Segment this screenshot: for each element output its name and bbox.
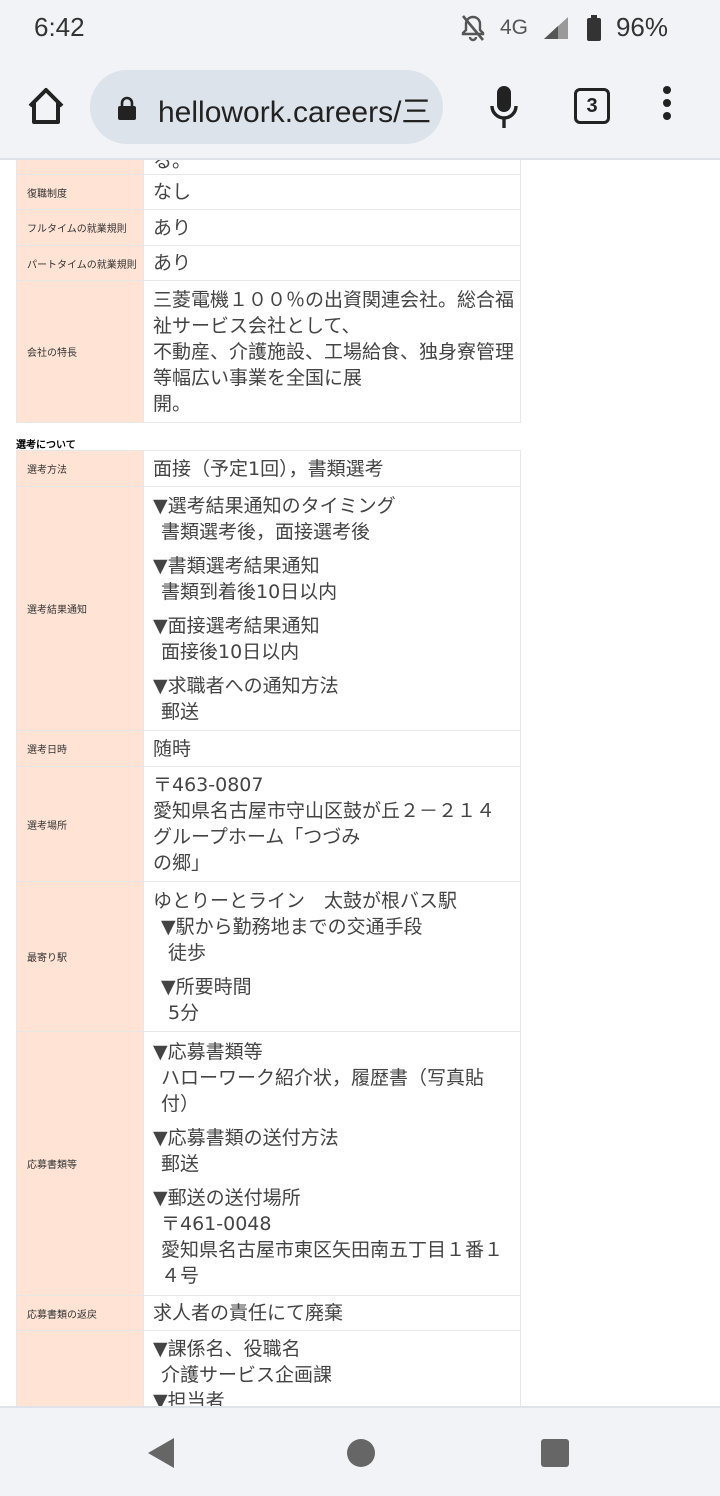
battery-icon xyxy=(586,14,601,41)
status-time: 6:42 xyxy=(34,12,85,42)
home-icon[interactable] xyxy=(24,84,68,128)
block-heading: ▼担当者 xyxy=(153,1390,225,1406)
row-label: 選考方法 xyxy=(16,450,144,487)
row-label: 選考場所 xyxy=(16,766,144,882)
block-heading: ▼応募書類等 xyxy=(153,1040,263,1063)
table-row: パートタイムの就業規則 あり xyxy=(16,245,521,281)
home-circle-icon[interactable] xyxy=(347,1439,375,1467)
block-body: 書類到着後10日以内 xyxy=(161,580,338,603)
row-label: 会社の特長 xyxy=(16,280,144,423)
url-text[interactable]: hellowork.careers/三 xyxy=(158,87,431,131)
text-line: グループホーム「つづみ xyxy=(153,826,361,848)
table-row: 選考場所 〒463-0807 愛知県名古屋市守山区鼓が丘２－２１４ グループホー… xyxy=(16,766,521,882)
row-value: ゆとりーとライン 太鼓が根バス駅 ▼駅から勤務地までの交通手段 徒歩 ▼所要時間… xyxy=(143,881,521,1032)
text-line: ゆとりーとライン 太鼓が根バス駅 xyxy=(153,889,458,912)
block-heading: ▼課係名、役職名 xyxy=(153,1338,301,1360)
company-info-table: る。 復職制度 なし フルタイムの就業規則 あり パートタイムの就業規則 あり … xyxy=(16,160,521,423)
browser-toolbar: hellowork.careers/三 3 xyxy=(0,56,720,160)
table-row: 選考結果通知 ▼選考結果通知のタイミング 書類選考後，面接選考後 ▼書類選考結果… xyxy=(16,486,521,731)
selection-info-table: 選考方法 面接（予定1回），書類選考 選考結果通知 ▼選考結果通知のタイミング … xyxy=(16,450,521,1406)
text-line: 〒463-0807 xyxy=(153,774,264,796)
row-label: 選考日時 xyxy=(16,730,144,767)
row-value: 面接（予定1回），書類選考 xyxy=(143,450,521,487)
overflow-menu-icon[interactable] xyxy=(660,86,674,126)
table-row: 選考方法 面接（予定1回），書類選考 xyxy=(16,450,521,487)
block-body: 徒歩 xyxy=(168,941,207,964)
block-heading: ▼面接選考結果通知 xyxy=(153,614,320,637)
block-body: 〒461-0048 xyxy=(161,1212,272,1235)
row-value: なし xyxy=(143,174,521,210)
table-row: 応募書類の返戻 求人者の責任にて廃棄 xyxy=(16,1295,521,1331)
block-body: 付） xyxy=(161,1092,200,1115)
page-content: る。 復職制度 なし フルタイムの就業規則 あり パートタイムの就業規則 あり … xyxy=(0,160,720,1406)
table-row: フルタイムの就業規則 あり xyxy=(16,209,521,246)
battery-percent: 96% xyxy=(615,12,668,42)
system-nav-bar xyxy=(0,1406,720,1496)
row-value: ▼課係名、役職名 介護サービス企画課 ▼担当者 xyxy=(143,1330,521,1406)
row-value: る。 xyxy=(143,160,521,175)
status-icons: 4G 96% xyxy=(460,12,668,43)
table-row: 復職制度 なし xyxy=(16,174,521,210)
row-label: フルタイムの就業規則 xyxy=(16,209,144,246)
text-line: 三菱電機１００％の出資関連会社。総合福 xyxy=(153,288,515,311)
block-heading: ▼求職者への通知方法 xyxy=(153,674,339,697)
block-body: 郵送 xyxy=(161,1152,200,1175)
block-heading: ▼選考結果通知のタイミング xyxy=(153,494,396,517)
block-body: 書類選考後，面接選考後 xyxy=(161,520,371,543)
block-heading: ▼応募書類の送付方法 xyxy=(153,1126,339,1149)
row-label: 最寄り駅 xyxy=(16,881,144,1032)
row-label xyxy=(16,160,144,175)
row-value: 三菱電機１００％の出資関連会社。総合福 祉サービス会社として、 不動産、介護施設… xyxy=(143,280,521,423)
address-bar[interactable]: hellowork.careers/三 xyxy=(90,70,443,144)
row-value: ▼選考結果通知のタイミング 書類選考後，面接選考後 ▼書類選考結果通知 書類到着… xyxy=(143,486,521,731)
table-row: 応募書類等 ▼応募書類等 ハローワーク紹介状，履歴書（写真貼 付） ▼応募書類の… xyxy=(16,1031,521,1296)
table-row: 最寄り駅 ゆとりーとライン 太鼓が根バス駅 ▼駅から勤務地までの交通手段 徒歩 … xyxy=(16,881,521,1032)
table-row: ▼課係名、役職名 介護サービス企画課 ▼担当者 xyxy=(16,1330,521,1406)
table-row: る。 xyxy=(16,160,521,175)
table-row: 会社の特長 三菱電機１００％の出資関連会社。総合福 祉サービス会社として、 不動… xyxy=(16,280,521,423)
block-body: 面接後10日以内 xyxy=(161,640,300,663)
signal-icon xyxy=(543,16,568,39)
row-value: 〒463-0807 愛知県名古屋市守山区鼓が丘２－２１４ グループホーム「つづみ… xyxy=(143,766,521,882)
status-bar: 6:42 4G 96% xyxy=(0,0,720,56)
row-value: 随時 xyxy=(143,730,521,767)
network-type: 4G xyxy=(499,15,528,39)
row-label xyxy=(16,1330,144,1406)
row-label: パートタイムの就業規則 xyxy=(16,245,144,281)
block-body: 愛知県名古屋市東区矢田南五丁目１番１ xyxy=(161,1238,504,1261)
text-line: 愛知県名古屋市守山区鼓が丘２－２１４ xyxy=(153,800,496,822)
tab-switcher-button[interactable]: 3 xyxy=(574,88,610,124)
back-icon[interactable] xyxy=(148,1438,174,1468)
row-label: 応募書類の返戻 xyxy=(16,1295,144,1331)
block-heading: ▼所要時間 xyxy=(161,975,252,998)
row-value: 求人者の責任にて廃棄 xyxy=(143,1295,521,1331)
row-label: 復職制度 xyxy=(16,174,144,210)
text-line: 祉サービス会社として、 xyxy=(153,314,361,337)
text-line: 不動産、介護施設、工場給食、独身寮管理 xyxy=(153,340,515,363)
row-value: あり xyxy=(143,209,521,246)
row-label: 応募書類等 xyxy=(16,1031,144,1296)
text-line: 等幅広い事業を全国に展 xyxy=(153,366,363,389)
lock-icon xyxy=(118,96,136,120)
block-body: 介護サービス企画課 xyxy=(161,1364,333,1386)
block-body: 5分 xyxy=(168,1001,200,1024)
mute-bell-icon xyxy=(461,14,485,41)
block-heading: ▼郵送の送付場所 xyxy=(153,1186,301,1209)
block-body: 郵送 xyxy=(161,700,200,723)
section-heading: 選考について xyxy=(16,440,76,451)
row-value: あり xyxy=(143,245,521,281)
text-line: 開。 xyxy=(153,392,192,415)
block-heading: ▼駅から勤務地までの交通手段 xyxy=(161,915,423,938)
block-body: ハローワーク紹介状，履歴書（写真貼 xyxy=(161,1066,485,1089)
row-label: 選考結果通知 xyxy=(16,486,144,731)
block-heading: ▼書類選考結果通知 xyxy=(153,554,320,577)
recent-apps-icon[interactable] xyxy=(541,1439,569,1467)
table-row: 選考日時 随時 xyxy=(16,730,521,767)
row-value: ▼応募書類等 ハローワーク紹介状，履歴書（写真貼 付） ▼応募書類の送付方法 郵… xyxy=(143,1031,521,1296)
microphone-icon[interactable] xyxy=(487,84,521,130)
text-line: の郷」 xyxy=(153,852,211,874)
block-body: ４号 xyxy=(161,1264,200,1287)
